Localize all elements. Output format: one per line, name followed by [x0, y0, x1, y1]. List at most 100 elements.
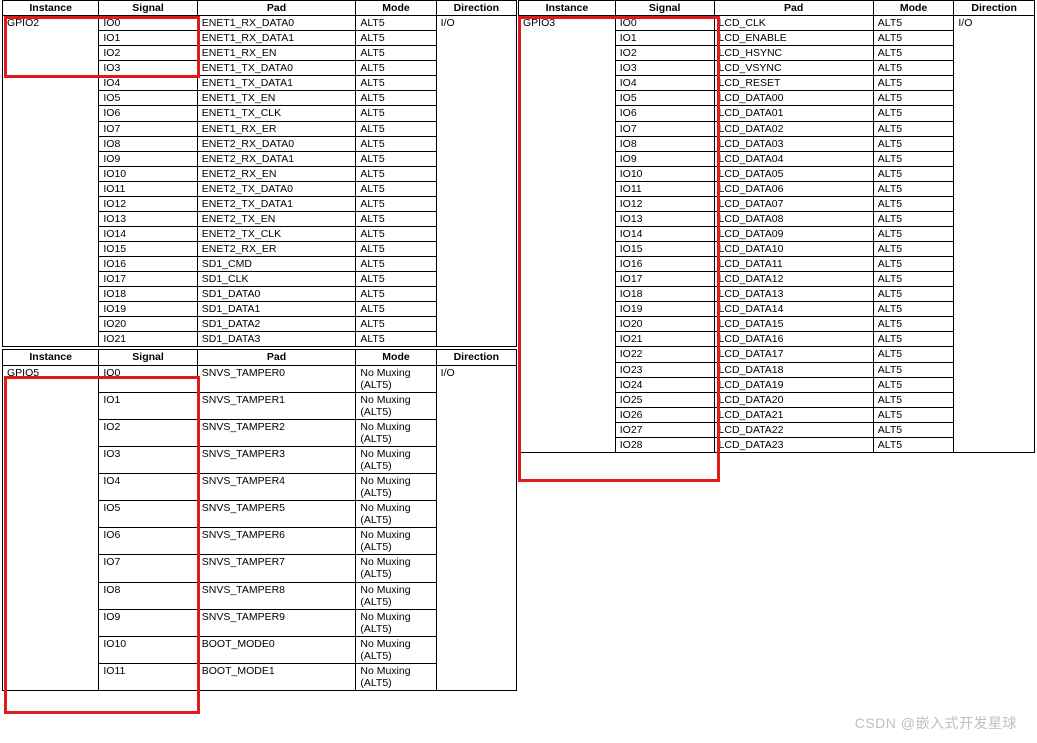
cell-mode: ALT5	[356, 151, 436, 166]
cell-signal: IO17	[615, 272, 714, 287]
cell-direction: I/O	[436, 365, 516, 691]
cell-signal: IO28	[615, 437, 714, 452]
col-instance: Instance	[3, 1, 99, 16]
cell-pad: SNVS_TAMPER3	[197, 446, 356, 473]
cell-signal: IO9	[99, 609, 197, 636]
cell-mode: No Muxing (ALT5)	[356, 446, 436, 473]
cell-pad: ENET2_TX_EN	[197, 211, 356, 226]
cell-mode: ALT5	[356, 317, 436, 332]
cell-signal: IO22	[615, 347, 714, 362]
cell-mode: ALT5	[873, 362, 954, 377]
cell-pad: LCD_RESET	[714, 76, 873, 91]
cell-signal: IO10	[615, 166, 714, 181]
cell-signal: IO24	[615, 377, 714, 392]
cell-signal: IO12	[99, 196, 197, 211]
cell-signal: IO20	[99, 317, 197, 332]
cell-signal: IO9	[615, 151, 714, 166]
cell-signal: IO8	[615, 136, 714, 151]
cell-pad: BOOT_MODE0	[197, 636, 356, 663]
cell-pad: SNVS_TAMPER5	[197, 501, 356, 528]
cell-signal: IO12	[615, 196, 714, 211]
cell-mode: No Muxing (ALT5)	[356, 474, 436, 501]
cell-mode: ALT5	[356, 91, 436, 106]
cell-mode: ALT5	[873, 437, 954, 452]
cell-mode: ALT5	[873, 377, 954, 392]
cell-pad: LCD_ENABLE	[714, 31, 873, 46]
cell-signal: IO10	[99, 636, 197, 663]
right-column: Instance Signal Pad Mode Direction GPIO3…	[518, 0, 1035, 453]
cell-pad: SNVS_TAMPER6	[197, 528, 356, 555]
cell-mode: ALT5	[873, 106, 954, 121]
cell-mode: ALT5	[356, 211, 436, 226]
cell-mode: ALT5	[356, 332, 436, 347]
cell-mode: ALT5	[873, 347, 954, 362]
cell-pad: SD1_DATA3	[197, 332, 356, 347]
col-mode: Mode	[356, 1, 436, 16]
cell-mode: ALT5	[356, 136, 436, 151]
cell-mode: ALT5	[873, 317, 954, 332]
cell-pad: ENET1_TX_EN	[197, 91, 356, 106]
cell-pad: ENET2_TX_DATA0	[197, 181, 356, 196]
cell-pad: SNVS_TAMPER4	[197, 474, 356, 501]
cell-pad: LCD_DATA07	[714, 196, 873, 211]
cell-pad: LCD_DATA06	[714, 181, 873, 196]
cell-signal: IO8	[99, 136, 197, 151]
cell-pad: LCD_DATA05	[714, 166, 873, 181]
cell-pad: LCD_DATA22	[714, 422, 873, 437]
cell-signal: IO4	[99, 474, 197, 501]
cell-mode: ALT5	[356, 76, 436, 91]
cell-mode: No Muxing (ALT5)	[356, 582, 436, 609]
cell-mode: ALT5	[873, 181, 954, 196]
cell-mode: ALT5	[356, 121, 436, 136]
table-row: GPIO5IO0SNVS_TAMPER0No Muxing (ALT5)I/O	[3, 365, 517, 392]
cell-mode: ALT5	[873, 61, 954, 76]
page: Instance Signal Pad Mode Direction GPIO2…	[0, 0, 1037, 743]
cell-signal: IO15	[99, 242, 197, 257]
cell-mode: ALT5	[873, 257, 954, 272]
cell-pad: LCD_DATA21	[714, 407, 873, 422]
cell-signal: IO8	[99, 582, 197, 609]
left-column: Instance Signal Pad Mode Direction GPIO2…	[2, 0, 517, 691]
cell-pad: BOOT_MODE1	[197, 663, 356, 690]
cell-signal: IO16	[99, 257, 197, 272]
cell-pad: ENET2_RX_DATA1	[197, 151, 356, 166]
cell-pad: ENET2_RX_ER	[197, 242, 356, 257]
cell-pad: LCD_DATA02	[714, 121, 873, 136]
cell-pad: ENET1_TX_DATA1	[197, 76, 356, 91]
cell-mode: ALT5	[873, 332, 954, 347]
cell-direction: I/O	[954, 16, 1035, 453]
cell-signal: IO14	[615, 226, 714, 241]
col-instance: Instance	[3, 350, 99, 365]
cell-instance: GPIO2	[3, 16, 99, 347]
col-signal: Signal	[99, 350, 197, 365]
cell-signal: IO7	[615, 121, 714, 136]
cell-signal: IO19	[99, 302, 197, 317]
cell-pad: SNVS_TAMPER7	[197, 555, 356, 582]
cell-pad: LCD_CLK	[714, 16, 873, 31]
cell-instance: GPIO3	[519, 16, 616, 453]
cell-pad: LCD_VSYNC	[714, 61, 873, 76]
cell-pad: SD1_CLK	[197, 272, 356, 287]
cell-pad: LCD_DATA13	[714, 287, 873, 302]
col-direction: Direction	[436, 350, 516, 365]
cell-mode: ALT5	[356, 287, 436, 302]
col-pad: Pad	[197, 350, 356, 365]
cell-signal: IO21	[615, 332, 714, 347]
col-instance: Instance	[519, 1, 616, 16]
table-gpio3: Instance Signal Pad Mode Direction GPIO3…	[518, 0, 1035, 453]
table-row: GPIO3IO0LCD_CLKALT5I/O	[519, 16, 1035, 31]
cell-signal: IO3	[99, 446, 197, 473]
cell-signal: IO21	[99, 332, 197, 347]
cell-mode: ALT5	[356, 31, 436, 46]
cell-pad: LCD_DATA00	[714, 91, 873, 106]
cell-signal: IO11	[615, 181, 714, 196]
cell-mode: ALT5	[873, 31, 954, 46]
cell-signal: IO9	[99, 151, 197, 166]
cell-mode: ALT5	[873, 46, 954, 61]
cell-mode: ALT5	[873, 151, 954, 166]
cell-mode: ALT5	[873, 91, 954, 106]
cell-pad: SNVS_TAMPER8	[197, 582, 356, 609]
table-header: Instance Signal Pad Mode Direction	[3, 350, 517, 365]
cell-mode: ALT5	[873, 196, 954, 211]
cell-pad: LCD_DATA09	[714, 226, 873, 241]
